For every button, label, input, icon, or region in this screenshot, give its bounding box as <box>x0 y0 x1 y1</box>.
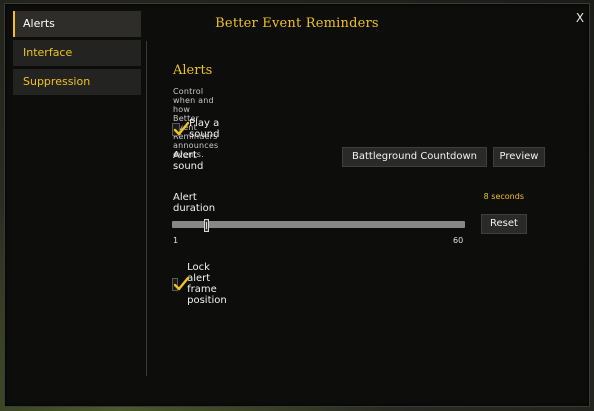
checkmark-icon <box>173 121 190 135</box>
lock-frame-row[interactable]: Lock alert frame position <box>172 262 234 306</box>
alert-sound-dropdown[interactable]: Battleground Countdown <box>342 147 487 167</box>
play-sound-checkbox[interactable] <box>172 121 190 136</box>
slider-min-label: 1 <box>173 236 179 245</box>
section-title: Alerts <box>173 63 213 78</box>
alert-sound-label: Alert sound <box>173 150 204 172</box>
sidebar: Alerts Interface Suppression <box>13 11 141 98</box>
alert-duration-value: 8 seconds <box>483 192 524 201</box>
slider-thumb[interactable] <box>204 217 210 232</box>
sidebar-item-alerts[interactable]: Alerts <box>13 11 141 37</box>
lock-frame-label: Lock alert frame position <box>187 262 227 306</box>
close-icon[interactable]: X <box>571 9 589 27</box>
slider-max-label: 60 <box>453 236 464 245</box>
play-sound-label: Play a sound <box>189 118 220 140</box>
play-sound-row[interactable]: Play a sound <box>172 118 224 140</box>
alert-duration-label: Alert duration <box>173 192 216 214</box>
alert-duration-slider[interactable] <box>172 219 465 232</box>
checkmark-icon <box>173 276 190 290</box>
reset-button[interactable]: Reset <box>481 214 527 234</box>
slider-thumb-icon <box>204 219 210 232</box>
lock-frame-checkbox[interactable] <box>172 276 190 291</box>
sidebar-item-suppression[interactable]: Suppression <box>13 69 141 95</box>
preview-button[interactable]: Preview <box>493 147 545 167</box>
sidebar-item-interface[interactable]: Interface <box>13 40 141 66</box>
sidebar-divider <box>146 41 147 376</box>
